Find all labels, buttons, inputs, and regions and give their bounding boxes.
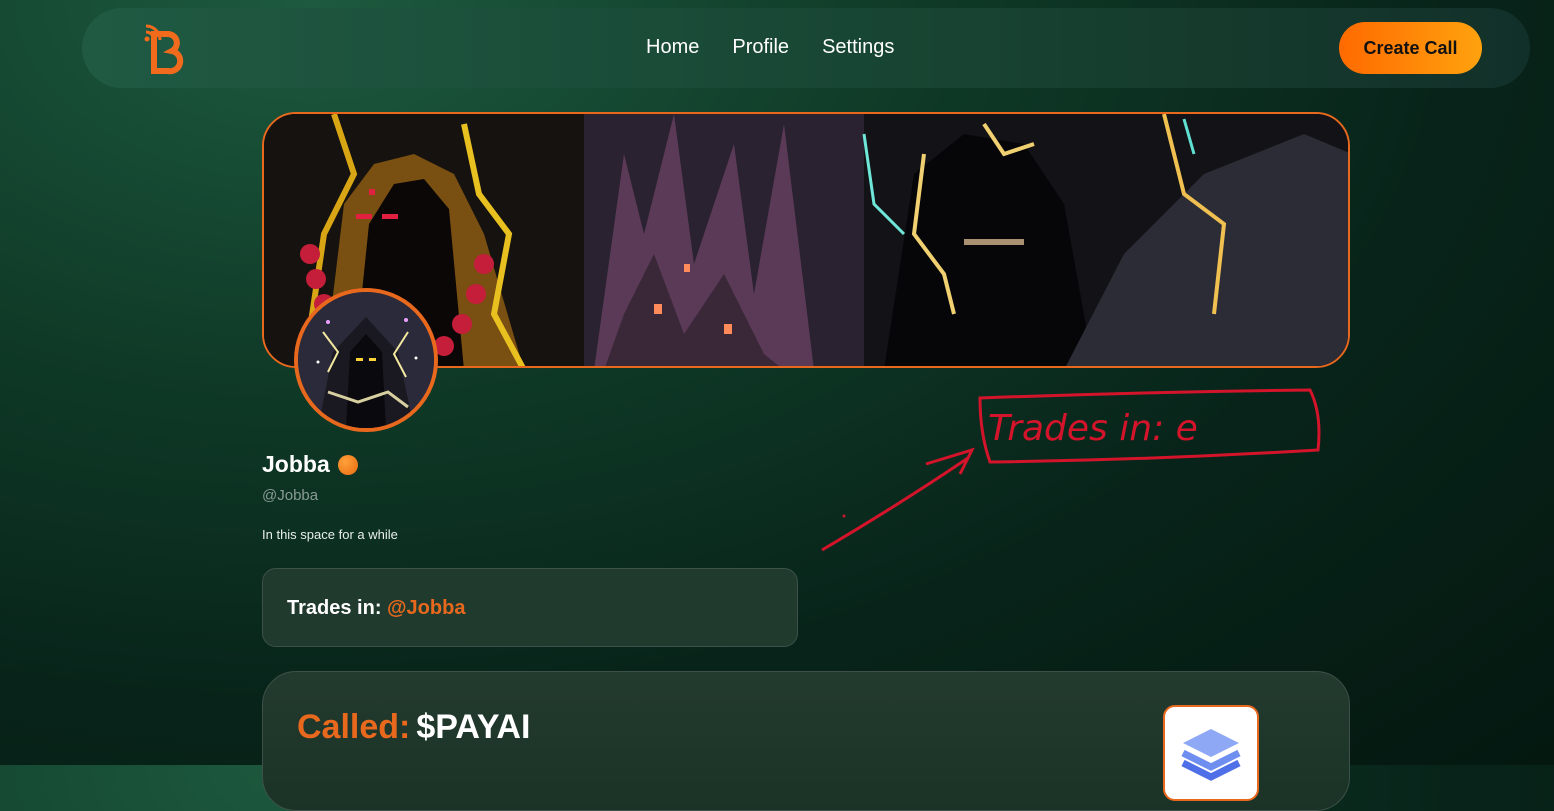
nav-links: Home Profile Settings bbox=[646, 36, 894, 59]
top-navbar: Home Profile Settings Create Call bbox=[82, 8, 1530, 88]
avatar-art bbox=[298, 292, 434, 428]
verified-badge-icon bbox=[337, 454, 358, 475]
nav-profile[interactable]: Profile bbox=[732, 36, 789, 59]
profile-name: Jobba bbox=[262, 451, 330, 477]
layers-icon bbox=[1181, 729, 1241, 781]
trades-in-handle-link[interactable]: @Jobba bbox=[387, 597, 465, 619]
trades-in-text: Trades in: @Jobba bbox=[287, 597, 465, 620]
handwritten-annotation: Trades in: e bbox=[821, 388, 1321, 552]
token-logo bbox=[1163, 705, 1259, 801]
call-ticker: $PAYAI bbox=[416, 708, 531, 746]
nav-settings[interactable]: Settings bbox=[822, 36, 894, 59]
profile-handle: @Jobba bbox=[262, 487, 319, 504]
create-call-button[interactable]: Create Call bbox=[1339, 22, 1482, 74]
annotation-text: Trades in: e bbox=[988, 408, 1198, 449]
trades-in-label: Trades in: bbox=[287, 597, 382, 619]
nav-home[interactable]: Home bbox=[646, 36, 699, 59]
trades-in-card: Trades in: @Jobba bbox=[262, 568, 798, 647]
call-card[interactable]: Called: $PAYAI bbox=[262, 671, 1350, 811]
profile-avatar[interactable] bbox=[294, 288, 438, 432]
profile-name-row: Jobba bbox=[262, 451, 358, 478]
brand-logo-icon[interactable] bbox=[144, 20, 186, 76]
called-heading: Called: $PAYAI bbox=[297, 708, 530, 747]
profile-bio: In this space for a while bbox=[262, 527, 398, 542]
called-label: Called: bbox=[297, 708, 411, 746]
